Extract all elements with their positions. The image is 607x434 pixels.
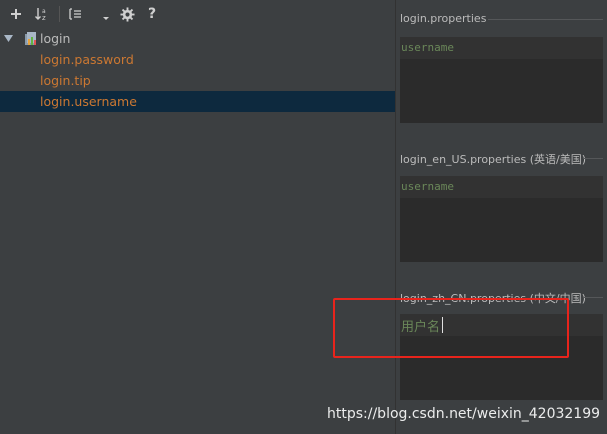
chevron-down-icon bbox=[103, 17, 109, 20]
settings-button[interactable] bbox=[118, 4, 136, 24]
key-label: login.username bbox=[40, 94, 137, 109]
svg-text:z: z bbox=[42, 14, 46, 22]
tree-key-login-tip[interactable]: login.tip bbox=[0, 70, 395, 91]
annotation-highlight-box bbox=[333, 298, 569, 358]
tree-root-login[interactable]: login bbox=[0, 28, 395, 49]
section-divider bbox=[583, 297, 603, 298]
key-label: login.tip bbox=[40, 73, 91, 88]
plus-icon bbox=[11, 9, 21, 19]
toolbar-separator bbox=[59, 6, 60, 22]
watermark: https://blog.csdn.net/weixin_42032199 bbox=[327, 406, 601, 422]
editors-panel: login.properties username login_en_US.pr… bbox=[396, 0, 607, 434]
tree-root-label: login bbox=[40, 31, 71, 46]
group-by-prefix-button[interactable] bbox=[66, 4, 84, 24]
expand-triangle-icon[interactable] bbox=[4, 35, 13, 43]
key-label: login.password bbox=[40, 52, 134, 67]
editor-en-us[interactable]: username bbox=[400, 176, 603, 262]
resource-bundle-icon bbox=[25, 32, 36, 45]
tree-key-login-username[interactable]: login.username bbox=[0, 91, 395, 112]
tree-key-login-password[interactable]: login.password bbox=[0, 49, 395, 70]
editor-value: username bbox=[401, 180, 454, 193]
toolbar: a z ? bbox=[0, 0, 395, 28]
help-button[interactable]: ? bbox=[145, 4, 159, 24]
sort-az-icon: a z bbox=[35, 8, 46, 22]
editor-default[interactable]: username bbox=[400, 37, 603, 123]
group-icon bbox=[69, 8, 81, 20]
dropdown-button[interactable] bbox=[100, 4, 112, 24]
section-divider bbox=[488, 19, 603, 20]
keys-panel: a z ? login login.password login.tip log… bbox=[0, 0, 395, 434]
section-divider bbox=[583, 158, 603, 159]
sort-alphabetically-button[interactable]: a z bbox=[33, 4, 51, 24]
editor-title-en-us: login_en_US.properties (英语/美国) bbox=[400, 153, 586, 166]
editor-value: username bbox=[401, 41, 454, 54]
question-icon: ? bbox=[147, 6, 157, 22]
add-property-button[interactable] bbox=[8, 4, 24, 24]
editor-title-default: login.properties bbox=[400, 12, 487, 25]
gear-icon bbox=[119, 6, 135, 22]
